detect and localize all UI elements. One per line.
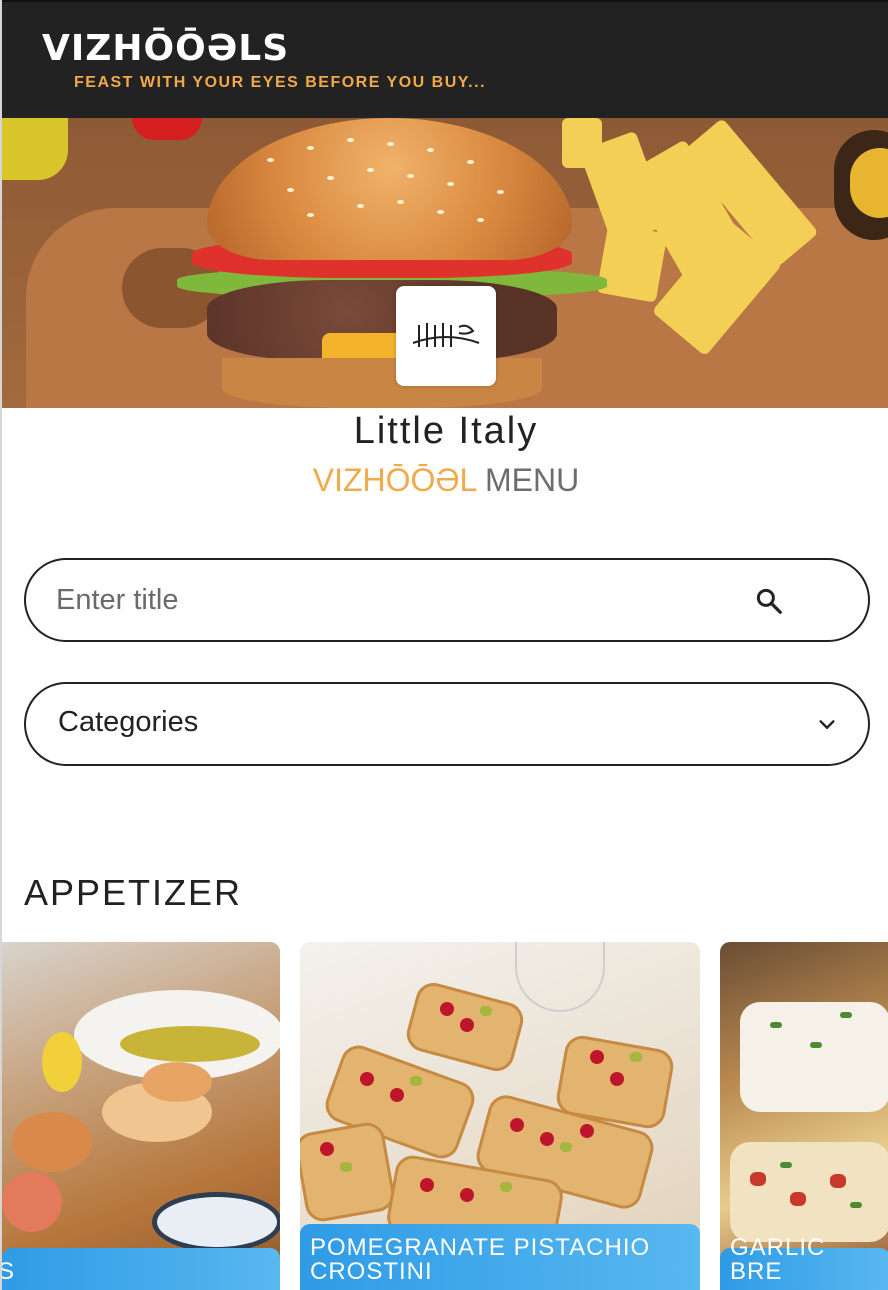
menu-item-label: GARLIC BRE <box>720 1236 888 1290</box>
tomato-decoration <box>132 118 202 140</box>
page: VIZHŌŌƏLS FEAST WITH YOUR EYES BEFORE YO… <box>0 0 888 1290</box>
menu-item-label: S <box>2 1248 280 1290</box>
menu-item-name: GARLIC BRE <box>730 1234 826 1285</box>
oil-bottle-decoration <box>2 118 68 180</box>
fry-decoration <box>562 118 602 168</box>
search-icon[interactable] <box>754 586 784 616</box>
menu-item-name: POMEGRANATE PISTACHIO CROSTINI <box>310 1234 651 1285</box>
menu-item-card[interactable]: S <box>2 942 280 1290</box>
section-title: APPETIZER <box>24 872 243 913</box>
crostini-decoration <box>300 1119 398 1225</box>
oil-decoration <box>120 1026 260 1062</box>
menu-item-name: S <box>2 1260 270 1284</box>
categories-label: Categories <box>58 706 199 738</box>
garlic-bread-decoration <box>730 1142 888 1242</box>
restaurant-logo <box>396 286 496 386</box>
lemon-decoration <box>42 1032 82 1092</box>
restaurant-name: Little Italy <box>353 410 539 452</box>
bun-top-decoration <box>207 118 572 260</box>
brand-tagline: FEAST WITH YOUR EYES BEFORE YOU BUY... <box>74 74 487 91</box>
glass-decoration <box>515 942 605 1012</box>
seafood-decoration <box>12 1112 92 1172</box>
search-bar[interactable] <box>24 558 870 642</box>
app-header: VIZHŌŌƏLS FEAST WITH YOUR EYES BEFORE YO… <box>2 0 888 118</box>
menu-title-brand: VIZHŌŌƏL <box>312 462 477 498</box>
search-input[interactable] <box>56 578 736 622</box>
garlic-bread-decoration <box>740 1002 888 1112</box>
brand-logo[interactable]: VIZHŌŌƏLS <box>42 28 289 69</box>
dip-bowl-decoration <box>152 1192 280 1252</box>
menu-title: VIZHŌŌƏL MENU <box>2 462 888 499</box>
menu-item-label: POMEGRANATE PISTACHIO CROSTINI <box>300 1224 700 1290</box>
menu-item-card[interactable]: POMEGRANATE PISTACHIO CROSTINI <box>300 942 700 1290</box>
seafood-decoration <box>142 1062 212 1102</box>
seafood-decoration <box>2 1172 62 1232</box>
cutlery-logo-icon <box>412 323 480 347</box>
chevron-down-icon[interactable] <box>816 714 838 736</box>
menu-title-word: MENU <box>485 462 580 498</box>
menu-item-card[interactable]: GARLIC BRE <box>720 942 888 1290</box>
categories-dropdown[interactable]: Categories <box>24 682 870 766</box>
fry-decoration <box>596 223 668 303</box>
